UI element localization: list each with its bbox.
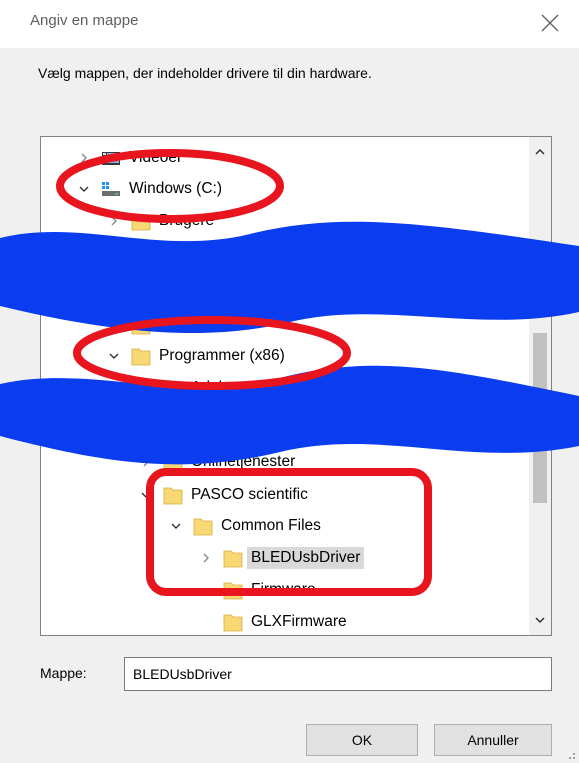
tree-item-label: PASCO scientific <box>191 486 308 503</box>
tree-item-brugere[interactable]: Brugere <box>107 206 214 236</box>
chevron-up-icon <box>535 148 545 155</box>
folder-field-label: Mappe: <box>40 665 87 681</box>
tree-item-common-files[interactable]: Common Files <box>139 405 291 435</box>
tree-item-label: Firmware <box>251 581 316 598</box>
tree-item-label: BLEDUsbDriver <box>247 547 365 569</box>
folder-icon <box>131 314 151 336</box>
scroll-down-button[interactable] <box>529 609 551 631</box>
tree-item-adobe[interactable]: Adobe <box>139 373 236 403</box>
folder-icon <box>193 515 213 537</box>
folder-icon <box>223 611 243 633</box>
tree-item-label: Programmer (x86) <box>159 347 285 364</box>
tree-item-programmer[interactable]: Programmer <box>107 310 245 340</box>
tree-item-firmware[interactable]: Firmware <box>223 575 316 605</box>
tree-item-label: Videoer <box>129 149 183 166</box>
tree-item-glxfirmware[interactable]: GLXFirmware <box>223 607 347 635</box>
tree-item-pasco-scientific[interactable]: PASCO scientific <box>139 480 308 510</box>
scroll-up-button[interactable] <box>529 141 551 163</box>
tree-item-label: Common Files <box>221 517 321 534</box>
close-icon <box>541 14 559 32</box>
tree-item-hpsdm[interactable]: HPSDM <box>107 238 215 268</box>
folder-icon <box>223 547 243 569</box>
tree-item-programmer-x86[interactable]: Programmer (x86) <box>107 341 285 371</box>
drive-icon <box>101 178 121 200</box>
resize-grip-icon[interactable] <box>564 748 576 760</box>
chevron-down-icon[interactable] <box>107 349 121 363</box>
folder-icon <box>131 242 151 264</box>
tree-item-label: Programmer <box>159 316 246 333</box>
folder-icon <box>131 345 151 367</box>
title-bar: Angiv en mappe <box>0 0 579 48</box>
tree-item-videos[interactable]: Videoer <box>77 143 182 173</box>
tree-item-label: Brugere <box>159 212 215 229</box>
tree-item-label: Common Files <box>191 411 291 428</box>
video-library-icon <box>101 147 121 169</box>
folder-icon <box>223 579 243 601</box>
folder-tree[interactable]: Videoer Windows (C:) Brugere HPSDM Progr… <box>40 136 552 636</box>
folder-icon <box>163 377 183 399</box>
folder-input[interactable] <box>124 657 552 691</box>
vertical-scrollbar[interactable] <box>529 137 551 635</box>
folder-icon <box>163 484 183 506</box>
tree-item-windows-drive[interactable]: Windows (C:) <box>77 174 222 204</box>
folder-icon <box>163 409 183 431</box>
chevron-right-icon[interactable] <box>139 455 153 469</box>
instruction-text: Vælg mappen, der indeholder drivere til … <box>38 65 372 81</box>
chevron-right-icon[interactable] <box>199 551 213 565</box>
tree-item-label: Windows (C:) <box>129 180 223 197</box>
chevron-right-icon[interactable] <box>107 318 121 332</box>
chevron-right-icon[interactable] <box>77 151 91 165</box>
chevron-down-icon[interactable] <box>139 488 153 502</box>
window-title: Angiv en mappe <box>30 12 139 29</box>
tree-item-pasco-common-files[interactable]: Common Files <box>169 511 321 541</box>
tree-item-label: Adobe <box>191 379 236 396</box>
tree-item-label: GLXFirmware <box>251 613 347 630</box>
chevron-down-icon[interactable] <box>77 182 91 196</box>
chevron-down-icon[interactable] <box>169 519 183 533</box>
scroll-thumb[interactable] <box>533 333 547 503</box>
folder-icon <box>131 210 151 232</box>
tree-item-label: HPSDM <box>159 244 215 261</box>
chevron-down-icon <box>535 617 545 624</box>
tree-item-label: Onlinetjenester <box>191 453 296 470</box>
ok-button[interactable]: OK <box>306 724 418 756</box>
chevron-right-icon[interactable] <box>139 413 153 427</box>
cancel-button[interactable]: Annuller <box>434 724 552 756</box>
tree-item-onlinetjenester[interactable]: Onlinetjenester <box>139 447 295 477</box>
chevron-right-icon[interactable] <box>107 246 121 260</box>
tree-item-bledusbdriver[interactable]: BLEDUsbDriver <box>199 543 365 573</box>
folder-icon <box>163 451 183 473</box>
chevron-right-icon[interactable] <box>139 381 153 395</box>
close-button[interactable] <box>537 10 563 36</box>
chevron-right-icon[interactable] <box>107 214 121 228</box>
